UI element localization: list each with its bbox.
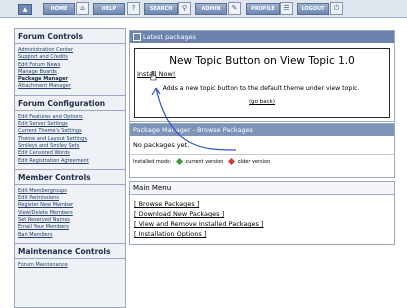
menu-browse-packages[interactable]: [ Browse Packages ]	[134, 200, 199, 208]
main-menu-title: Main Menu	[130, 182, 394, 195]
nav-help-button[interactable]: HELP	[93, 3, 125, 15]
search-icon[interactable]: ⚲	[178, 2, 191, 15]
sidebar-item-edit-forum-news[interactable]: Edit Forum News	[18, 62, 122, 69]
nav-profile-label: PROFILE	[251, 6, 275, 12]
sidebar-item-forum-maintenance[interactable]: Forum Maintenance	[18, 262, 122, 269]
sidebar-item-registration-agreement[interactable]: Edit Registration Agreement	[18, 158, 122, 165]
admin-icon[interactable]: ✎	[228, 2, 241, 15]
sidebar-item-register-member[interactable]: Register New Member	[18, 202, 122, 209]
sidebar-item-reserved-names[interactable]: Set Reserved Names	[18, 217, 122, 224]
sidebar-forum-controls: Forum Controls Administration Center Sup…	[15, 29, 125, 96]
top-navigation-bar: ▲ HOME ⌂ HELP ? SEARCH ⚲ ADMIN ✎ PROFILE…	[0, 0, 407, 18]
sidebar-item-edit-membergroups[interactable]: Edit Membergroups	[18, 188, 122, 195]
home-icon[interactable]: ⌂	[76, 2, 89, 15]
help-icon[interactable]: ?	[127, 2, 140, 15]
collapse-icon[interactable]	[133, 33, 141, 41]
sidebar-item-theme-layout-settings[interactable]: Theme and Layout Settings	[18, 136, 122, 143]
browse-packages-panel: Package Manager - Browse Packages No pac…	[129, 123, 395, 178]
nav-help-label: HELP	[101, 6, 117, 12]
sidebar-item-edit-features[interactable]: Edit Features and Options	[18, 114, 122, 121]
profile-icon[interactable]: ☰	[280, 2, 293, 15]
sidebar-item-edit-server-settings[interactable]: Edit Server Settings	[18, 121, 122, 128]
no-packages-text: No packages yet.	[133, 141, 190, 149]
sidebar-item-manage-boards[interactable]: Manage Boards	[18, 69, 122, 76]
menu-view-remove-packages-label: [ View and Remove Installed Packages ]	[134, 220, 264, 228]
browse-packages-header: Package Manager - Browse Packages	[130, 124, 394, 136]
nav-admin-label: ADMIN	[201, 6, 221, 12]
older-version-icon	[227, 157, 236, 166]
package-title: New Topic Button on View Topic 1.0	[169, 55, 355, 67]
sidebar-item-censored-words[interactable]: Edit Censored Words	[18, 150, 122, 157]
menu-download-packages-label: [ Download New Packages ]	[134, 210, 225, 218]
admin-sidebar: Forum Controls Administration Center Sup…	[14, 28, 126, 308]
nav-search-label: SEARCH	[149, 6, 173, 12]
menu-installation-options-label: [ Installation Options ]	[134, 230, 207, 238]
nav-home-label: HOME	[50, 6, 68, 12]
sidebar-item-email-members[interactable]: Email Your Members	[18, 224, 122, 231]
latest-packages-panel: Latest packages New Topic Button on View…	[129, 30, 395, 122]
menu-installation-options[interactable]: [ Installation Options ]	[134, 230, 206, 238]
hand-cursor-icon	[149, 71, 157, 81]
divider	[130, 154, 394, 155]
go-back-link[interactable]: (go back)	[135, 99, 389, 105]
current-version-label: current version	[185, 159, 224, 165]
nav-profile-button[interactable]: PROFILE	[246, 3, 280, 15]
sidebar-section-title: Forum Controls	[15, 29, 125, 44]
menu-download-packages[interactable]: [ Download New Packages ]	[134, 210, 224, 218]
sidebar-section-title: Maintenance Controls	[15, 244, 125, 259]
nav-logout-label: LOGOUT	[301, 6, 325, 12]
sidebar-item-attachment-manager[interactable]: Attachment Manager	[18, 83, 122, 90]
sidebar-item-package-manager[interactable]: Package Manager	[18, 76, 122, 83]
sidebar-item-administration-center[interactable]: Administration Center	[18, 47, 122, 54]
collapse-arrow-icon[interactable]: ▲	[18, 4, 32, 15]
older-version-label: older version	[237, 159, 271, 165]
sidebar-item-smileys[interactable]: Smileys and Smiley Sets	[18, 143, 122, 150]
sidebar-section-title: Member Controls	[15, 170, 125, 185]
menu-view-remove-packages[interactable]: [ View and Remove Installed Packages ]	[134, 220, 264, 228]
sidebar-maintenance-controls: Maintenance Controls Forum Maintenance	[15, 244, 125, 273]
installed-mods-legend: Installed mods: current version older ve…	[133, 157, 271, 166]
latest-packages-title: Latest packages	[143, 33, 196, 41]
latest-packages-header: Latest packages	[130, 31, 394, 43]
sidebar-item-edit-permissions[interactable]: Edit Permissions	[18, 195, 122, 202]
sidebar-item-view-delete-members[interactable]: View/Delete Members	[18, 210, 122, 217]
package-info-box: New Topic Button on View Topic 1.0 Insta…	[134, 48, 390, 118]
nav-admin-button[interactable]: ADMIN	[195, 3, 227, 15]
sidebar-member-controls: Member Controls Edit Membergroups Edit P…	[15, 170, 125, 244]
current-version-icon	[175, 157, 183, 166]
installed-mods-label: Installed mods:	[133, 159, 172, 165]
sidebar-item-ban-members[interactable]: Ban Members	[18, 232, 122, 239]
nav-home-button[interactable]: HOME	[43, 3, 75, 15]
sidebar-item-current-theme-settings[interactable]: Current Theme's Settings	[18, 128, 122, 135]
sidebar-section-title: Forum Configuration	[15, 96, 125, 111]
menu-browse-packages-label: [ Browse Packages ]	[134, 200, 200, 208]
package-description: Adds a new topic button to the default t…	[162, 85, 360, 92]
logout-icon[interactable]: ⏻	[330, 2, 343, 15]
sidebar-item-support-credits[interactable]: Support and Credits	[18, 54, 122, 61]
sidebar-forum-configuration: Forum Configuration Edit Features and Op…	[15, 96, 125, 170]
main-menu-panel: Main Menu [ Browse Packages ] [ Download…	[129, 181, 395, 245]
nav-search-button[interactable]: SEARCH	[144, 3, 178, 15]
nav-logout-button[interactable]: LOGOUT	[297, 3, 329, 15]
